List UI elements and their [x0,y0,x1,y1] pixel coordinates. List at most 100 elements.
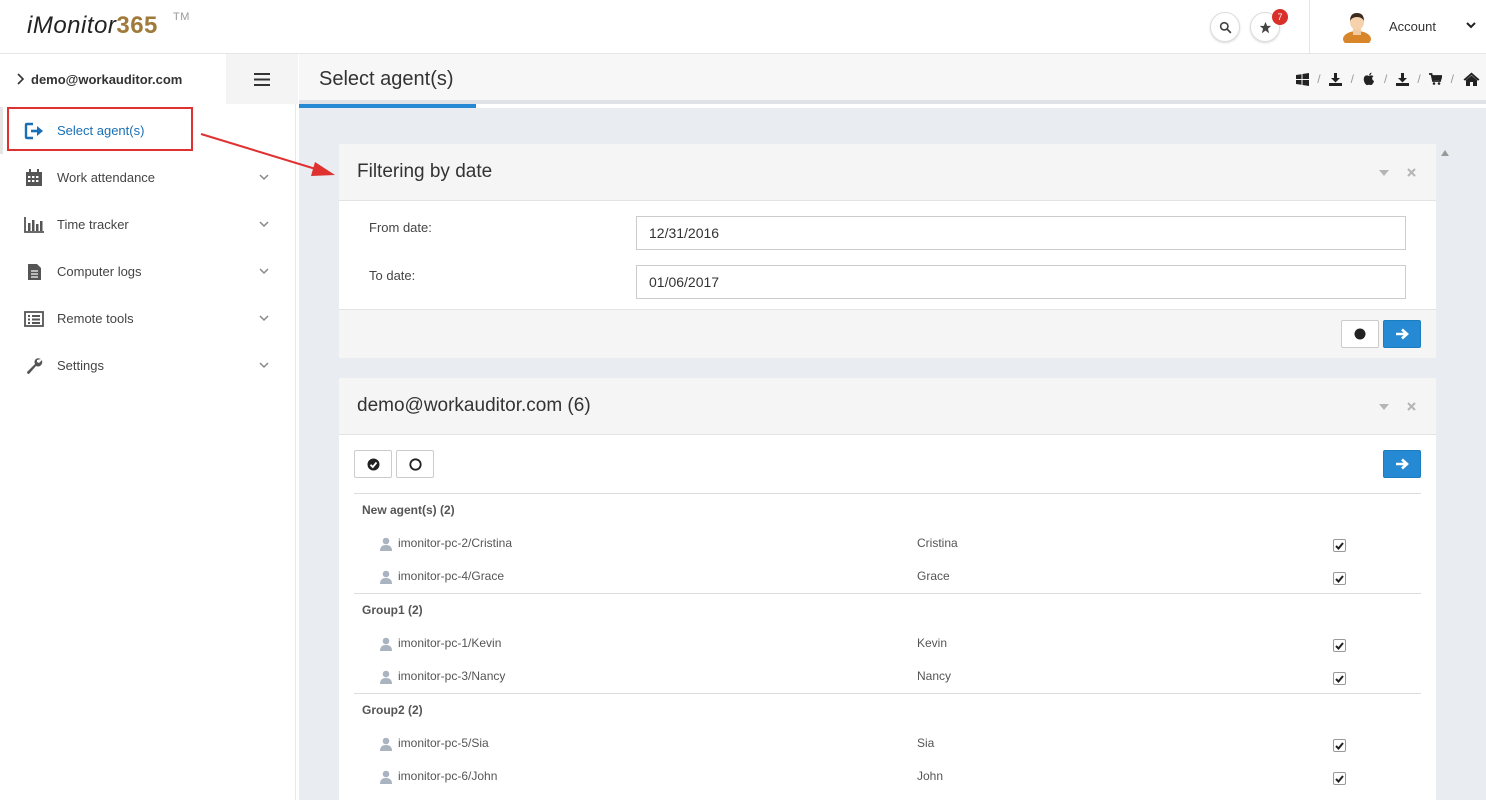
sidebar-item-label: Remote tools [57,311,134,326]
agent-user-name: Cristina [917,536,958,550]
document-icon [24,263,44,281]
agent-user-name: Nancy [917,669,952,683]
deselect-all-button[interactable] [396,450,434,478]
user-icon [380,737,392,751]
close-icon[interactable] [1407,168,1416,177]
toolbar-separator: / [1383,72,1388,86]
page-header: Select agent(s) / / / / / [299,54,1486,108]
notification-badge: 7 [1272,9,1288,25]
main-content: Filtering by date From date: To date: de… [299,108,1486,800]
annotation-arrow [200,133,335,176]
checkmark-icon [1335,674,1344,683]
bar-chart-icon [24,216,44,234]
sidebar-item-label: Settings [57,358,104,373]
agent-checkbox[interactable] [1333,672,1346,685]
list-icon [24,310,44,328]
cart-icon[interactable] [1429,72,1443,86]
chevron-right-icon [17,73,25,85]
checkmark-icon [1335,641,1344,650]
agent-computer-name: imonitor-pc-3/Nancy [398,669,506,683]
check-circle-icon [367,458,379,470]
toolbar-separator: / [1350,72,1354,86]
user-icon [380,670,392,684]
agents-panel-header: demo@workauditor.com (6) [339,378,1436,435]
arrow-right-icon [1396,328,1409,340]
user-icon [380,637,392,651]
filter-panel-footer [339,309,1436,358]
reset-button[interactable] [1341,320,1379,348]
chevron-down-icon[interactable] [1465,19,1477,31]
checkmark-icon [1335,741,1344,750]
to-date-input[interactable] [636,265,1406,299]
windows-icon[interactable] [1295,72,1309,86]
chevron-down-icon [259,268,269,275]
agent-checkbox[interactable] [1333,639,1346,652]
group-title[interactable]: New agent(s) (2) [362,503,455,517]
sidebar-item-time-tracker[interactable]: Time tracker [0,201,296,248]
account-label[interactable]: Account [1389,19,1436,34]
to-date-label: To date: [369,268,416,283]
circle-icon [1354,328,1366,340]
sidebar-item-settings[interactable]: Settings [0,342,296,389]
scroll-up-icon[interactable] [1441,150,1449,156]
collapse-icon[interactable] [1379,403,1389,410]
agent-computer-name: imonitor-pc-1/Kevin [398,636,502,650]
select-all-button[interactable] [354,450,392,478]
group-title[interactable]: Group1 (2) [362,603,423,617]
logo-trademark: TM [173,11,190,23]
apple-icon[interactable] [1362,72,1376,86]
sidebar-item-label: Time tracker [57,217,129,232]
download-icon[interactable] [1395,72,1409,86]
hamburger-icon [254,72,270,86]
checkmark-icon [1335,574,1344,583]
filter-panel: Filtering by date From date: To date: [339,144,1436,358]
toolbar-separator: / [1450,72,1454,86]
agent-user-name: Grace [917,569,950,583]
agent-computer-name: imonitor-pc-4/Grace [398,569,505,583]
agent-computer-name: imonitor-pc-6/John [398,769,498,783]
toolbar-separator: / [1417,72,1421,86]
agent-computer-name: imonitor-pc-2/Cristina [398,536,513,550]
user-icon [380,537,392,551]
app-logo[interactable]: iMonitor365 TM [27,11,189,40]
calendar-icon [24,168,44,187]
chevron-down-icon [259,315,269,322]
agent-computer-name: imonitor-pc-5/Sia [398,736,489,750]
from-date-input[interactable] [636,216,1406,250]
chevron-down-icon [259,362,269,369]
annotation-highlight-box [7,107,193,151]
agent-checkbox[interactable] [1333,572,1346,585]
agent-user-name: Sia [917,736,935,750]
agent-user-name: John [917,769,944,783]
sidebar-item-label: Work attendance [57,170,156,185]
agent-checkbox[interactable] [1333,772,1346,785]
confirm-agents-button[interactable] [1383,450,1421,478]
logo-number: 365 [116,12,158,39]
collapse-icon[interactable] [1379,169,1389,176]
star-icon [1259,21,1271,33]
search-button[interactable] [1210,12,1240,42]
chevron-down-icon [259,221,269,228]
sidebar-item-remote-tools[interactable]: Remote tools [0,295,296,342]
avatar[interactable] [1342,9,1372,43]
arrow-right-icon [1396,458,1409,470]
apply-filter-button[interactable] [1383,320,1421,348]
close-icon[interactable] [1407,402,1416,411]
agents-panel: demo@workauditor.com (6) New agent(s) (2… [339,378,1436,800]
sidebar-user[interactable]: demo@workauditor.com [0,54,226,104]
circle-outline-icon [408,457,422,471]
search-icon [1219,21,1231,33]
sidebar-item-computer-logs[interactable]: Computer logs [0,248,296,295]
menu-toggle-button[interactable] [226,54,298,104]
filter-panel-header: Filtering by date [339,144,1436,201]
group-divider [354,593,1421,594]
home-icon[interactable] [1462,72,1480,86]
checkmark-icon [1335,541,1344,550]
agents-panel-title: demo@workauditor.com (6) [357,395,591,416]
panel-tools [1379,168,1416,177]
download-icon[interactable] [1329,72,1343,86]
group-title[interactable]: Group2 (2) [362,703,423,717]
agent-checkbox[interactable] [1333,739,1346,752]
agent-checkbox[interactable] [1333,539,1346,552]
user-icon [380,770,392,784]
